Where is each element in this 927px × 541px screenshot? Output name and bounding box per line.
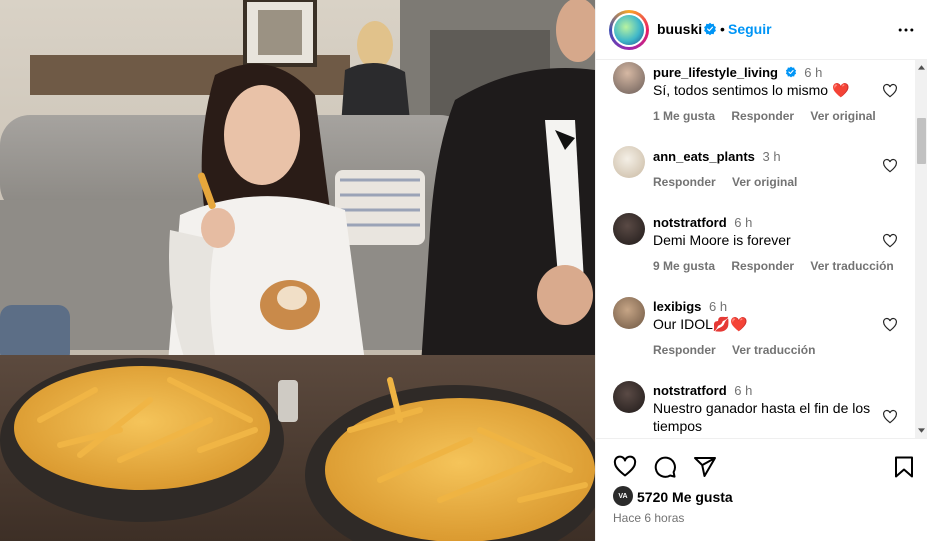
scroll-down-arrow-icon[interactable] — [918, 428, 925, 434]
post-actions: VA 5720 Me gusta Hace 6 horas — [596, 438, 927, 541]
commenter-avatar[interactable] — [613, 213, 645, 245]
comment-text: Demi Moore is forever — [653, 232, 791, 248]
comment-actions: 9 Me gusta Responder Ver traducción — [653, 259, 907, 273]
commenter-username[interactable]: notstratford — [653, 215, 727, 230]
comment-time: 6 h — [734, 383, 753, 398]
comment-actions: 1 Me gusta Responder Ver original — [653, 109, 889, 123]
heart-icon[interactable] — [882, 409, 898, 425]
comment-text: Sí, todos sentimos lo mismo ❤️ — [653, 82, 850, 98]
commenter-username[interactable]: notstratford — [653, 383, 727, 398]
comment-actions: Responder Ver original — [653, 175, 810, 189]
comment-likes-count[interactable]: 1 Me gusta — [653, 109, 715, 123]
commenter-avatar[interactable] — [613, 297, 645, 329]
commenter-username[interactable]: ann_eats_plants — [653, 149, 755, 164]
bookmark-icon[interactable] — [892, 455, 916, 479]
scrollbar-thumb[interactable] — [917, 118, 926, 164]
commenter-avatar[interactable] — [613, 62, 645, 94]
heart-icon[interactable] — [882, 233, 898, 249]
more-options-icon[interactable] — [896, 20, 916, 40]
comment-time: 3 h — [762, 149, 781, 164]
author-avatar[interactable] — [609, 10, 649, 50]
heart-icon[interactable] — [882, 317, 898, 333]
liker-avatar[interactable]: VA — [613, 486, 633, 506]
comment-time: 6 h — [804, 65, 823, 80]
separator-dot: • — [720, 21, 725, 37]
post-time[interactable]: Hace 6 horas — [613, 511, 684, 525]
commenter-username[interactable]: pure_lifestyle_living — [653, 65, 778, 80]
see-original-button[interactable]: Ver original — [732, 175, 797, 189]
see-translation-button[interactable]: Ver traducción — [732, 343, 815, 357]
post-photo — [0, 0, 595, 541]
follow-button[interactable]: Seguir — [728, 21, 772, 37]
reply-button[interactable]: Responder — [653, 175, 716, 189]
see-translation-button[interactable]: Ver traducción — [810, 259, 893, 273]
comment-likes-count[interactable]: 9 Me gusta — [653, 259, 715, 273]
commenter-avatar[interactable] — [613, 146, 645, 178]
reply-button[interactable]: Responder — [653, 343, 716, 357]
see-original-button[interactable]: Ver original — [810, 109, 875, 123]
commenter-username[interactable]: lexibigs — [653, 299, 701, 314]
heart-icon[interactable] — [613, 455, 637, 479]
commenter-avatar[interactable] — [613, 381, 645, 413]
reply-button[interactable]: Responder — [731, 109, 794, 123]
comment-actions: Responder Ver traducción — [653, 343, 828, 357]
verified-badge-icon — [785, 66, 796, 78]
likes-count[interactable]: 5720 Me gusta — [637, 489, 733, 505]
post-header: buuski • Seguir — [596, 0, 927, 60]
heart-icon[interactable] — [882, 158, 898, 174]
comment-time: 6 h — [709, 299, 728, 314]
comment-text: Our IDOL💋❤️ — [653, 316, 748, 332]
heart-icon[interactable] — [882, 83, 898, 99]
reply-button[interactable]: Responder — [731, 259, 794, 273]
scroll-up-arrow-icon[interactable] — [918, 64, 925, 70]
comments-scrollbar[interactable] — [915, 60, 927, 438]
share-icon[interactable] — [693, 455, 717, 479]
verified-badge-icon — [704, 22, 716, 36]
comment-text: Nuestro ganador hasta el fin de los tiem… — [653, 400, 871, 434]
comment-time: 6 h — [734, 215, 753, 230]
comment-icon[interactable] — [653, 455, 677, 479]
comments-list[interactable]: pure_lifestyle_living 6 h Sí, todos sent… — [596, 60, 927, 438]
author-username[interactable]: buuski — [657, 21, 702, 37]
post-side-panel: buuski • Seguir pure_lifestyle_living 6 … — [595, 0, 927, 541]
